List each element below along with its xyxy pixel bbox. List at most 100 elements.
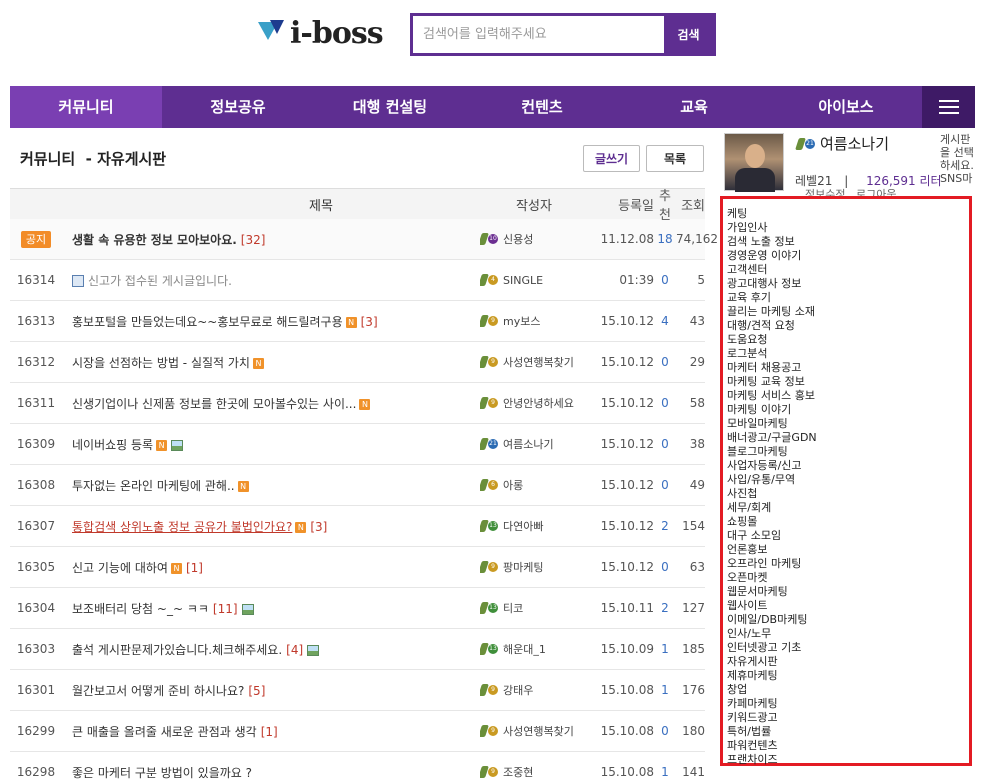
post-author[interactable]: 4 SINGLE: [480, 273, 588, 287]
category-item[interactable]: 마케터 채용공고: [727, 361, 969, 375]
nav-item-agency-consulting[interactable]: 대행 컨설팅: [314, 86, 466, 128]
category-item[interactable]: 창업: [727, 683, 969, 697]
menu-icon[interactable]: [922, 86, 975, 128]
category-item[interactable]: 자유게시판: [727, 655, 969, 669]
category-item[interactable]: 검색 노출 정보: [727, 235, 969, 249]
post-title-link[interactable]: 좋은 마케터 구분 방법이 있을까요 ?: [72, 766, 252, 780]
post-author[interactable]: 13 티코: [480, 600, 588, 616]
table-row[interactable]: 16303 출석 게시판문제가있습니다.체크해주세요. [4] 13 해운대_1 15.1…: [10, 629, 705, 670]
post-author[interactable]: 9 my보스: [480, 313, 588, 329]
category-item[interactable]: 세무/회계: [727, 501, 969, 515]
profile-links[interactable]: 정보수정 로그아웃: [805, 186, 896, 196]
category-item[interactable]: 오프라인 마케팅: [727, 557, 969, 571]
category-item[interactable]: 이메일/DB마케팅: [727, 613, 969, 627]
post-author[interactable]: 10 신용성: [480, 231, 588, 247]
post-title-link[interactable]: 투자없는 온라인 마케팅에 관해..: [72, 479, 235, 493]
post-title-link[interactable]: 신생기업이나 신제품 정보를 한곳에 모아볼수있는 사이...: [72, 397, 356, 411]
category-item[interactable]: 쇼핑몰: [727, 515, 969, 529]
table-row[interactable]: 16307 통합검색 상위노출 정보 공유가 불법인가요? N [3] 13 다연아빠 15…: [10, 506, 705, 547]
post-title-link[interactable]: 홍보포털을 만들었는데요~~홍보무료로 해드릴려구용: [72, 315, 343, 329]
post-title-link[interactable]: 신고가 접수된 게시글입니다.: [88, 274, 232, 288]
post-author[interactable]: 9 안녕안녕하세요: [480, 395, 588, 411]
table-row[interactable]: 16314 신고가 접수된 게시글입니다. 4 SINGLE 01:39 0 5: [10, 260, 705, 301]
table-row[interactable]: 공지 생활 속 유용한 정보 모아보아요. [32] 10 신용성 11.12.08 18 7…: [10, 219, 718, 260]
list-button[interactable]: 목록: [646, 145, 704, 172]
search-button[interactable]: 검색: [664, 16, 713, 53]
nav-item-education[interactable]: 교육: [618, 86, 770, 128]
category-item[interactable]: 끌리는 마케팅 소재: [727, 305, 969, 319]
category-item[interactable]: 웹문서마케팅: [727, 585, 969, 599]
post-title-link[interactable]: 시장을 선점하는 방법 - 실질적 가치: [72, 356, 250, 370]
category-item[interactable]: 오픈마켓: [727, 571, 969, 585]
comment-count[interactable]: [3]: [361, 315, 378, 329]
category-item[interactable]: 키워드광고: [727, 711, 969, 725]
category-item[interactable]: 언론홍보: [727, 543, 969, 557]
post-title-link[interactable]: 신고 기능에 대하여: [72, 561, 168, 575]
post-author[interactable]: 9 강태우: [480, 682, 588, 698]
category-item[interactable]: 제휴마케팅: [727, 669, 969, 683]
post-author[interactable]: 9 조중현: [480, 764, 588, 780]
post-author[interactable]: 6 아롱: [480, 477, 588, 493]
category-item[interactable]: 모바일마케팅: [727, 417, 969, 431]
table-row[interactable]: 16313 홍보포털을 만들었는데요~~홍보무료로 해드릴려구용 N [3] 9 my보스…: [10, 301, 705, 342]
table-row[interactable]: 16308 투자없는 온라인 마케팅에 관해.. N 6 아롱 15.10.12 0 49: [10, 465, 705, 506]
category-item[interactable]: 프랜차이즈: [727, 753, 969, 767]
category-item[interactable]: 인사/노무: [727, 627, 969, 641]
category-item[interactable]: 사업자등록/신고: [727, 459, 969, 473]
category-item[interactable]: 대행/견적 요청: [727, 319, 969, 333]
category-item[interactable]: 카페마케팅: [727, 697, 969, 711]
category-item[interactable]: 마케팅 서비스 홍보: [727, 389, 969, 403]
post-author[interactable]: 21 여름소나기: [480, 436, 588, 452]
post-title-link[interactable]: 보조배터리 당첨 ~_~ ㅋㅋ: [72, 602, 209, 616]
category-item[interactable]: 인터넷광고 기초: [727, 641, 969, 655]
write-button[interactable]: 글쓰기: [583, 145, 640, 172]
table-row[interactable]: 16304 보조배터리 당첨 ~_~ ㅋㅋ [11] 13 티코 15.10.11 2 127: [10, 588, 705, 629]
nav-item-iboss[interactable]: 아이보스: [770, 86, 922, 128]
category-item[interactable]: 마케팅 교육 정보: [727, 375, 969, 389]
table-row[interactable]: 16312 시장을 선점하는 방법 - 실질적 가치 N 9 사성연행복찾기 15.10.…: [10, 342, 705, 383]
post-author[interactable]: 9 사성연행복찾기: [480, 354, 588, 370]
category-item[interactable]: 마케팅 이야기: [727, 403, 969, 417]
search-input[interactable]: [413, 16, 664, 53]
category-item[interactable]: 웹사이트: [727, 599, 969, 613]
category-item[interactable]: 대구 소모임: [727, 529, 969, 543]
post-title-link[interactable]: 네이버쇼핑 등록: [72, 438, 153, 452]
category-item[interactable]: 사입/유통/무역: [727, 473, 969, 487]
category-item[interactable]: 가입인사: [727, 221, 969, 235]
profile-name[interactable]: 21 여름소나기: [795, 133, 889, 154]
comment-count[interactable]: [5]: [248, 684, 265, 698]
post-title-link[interactable]: 월간보고서 어떻게 준비 하시나요?: [72, 684, 244, 698]
table-row[interactable]: 16301 월간보고서 어떻게 준비 하시나요? [5] 9 강태우 15.10.08 1 1…: [10, 670, 705, 711]
table-row[interactable]: 16298 좋은 마케터 구분 방법이 있을까요 ? 9 조중현 15.10.08 1 14…: [10, 752, 705, 782]
comment-count[interactable]: [32]: [241, 233, 266, 247]
category-item[interactable]: 배너광고/구글GDN: [727, 431, 969, 445]
category-item[interactable]: 케팅: [727, 207, 969, 221]
category-item[interactable]: 블로그마케팅: [727, 445, 969, 459]
post-author[interactable]: 13 해운대_1: [480, 641, 588, 657]
post-title-link[interactable]: 통합검색 상위노출 정보 공유가 불법인가요?: [72, 520, 292, 534]
nav-item-info-share[interactable]: 정보공유: [162, 86, 314, 128]
category-item[interactable]: 특허/법률: [727, 725, 969, 739]
avatar[interactable]: [724, 133, 784, 192]
nav-item-community[interactable]: 커뮤니티: [10, 86, 162, 128]
post-title-link[interactable]: 출석 게시판문제가있습니다.체크해주세요.: [72, 643, 282, 657]
site-logo[interactable]: i-boss: [258, 14, 384, 52]
table-row[interactable]: 16299 큰 매출을 올려줄 새로운 관점과 생각 [1] 9 사성연행복찾기 15.1…: [10, 711, 705, 752]
post-author[interactable]: 9 팡마케팅: [480, 559, 588, 575]
table-row[interactable]: 16305 신고 기능에 대하여 N [1] 9 팡마케팅 15.10.12 0 63: [10, 547, 705, 588]
comment-count[interactable]: [1]: [186, 561, 203, 575]
category-item[interactable]: 도움요청: [727, 333, 969, 347]
post-author[interactable]: 9 사성연행복찾기: [480, 723, 588, 739]
category-item[interactable]: 경영운영 이야기: [727, 249, 969, 263]
table-row[interactable]: 16311 신생기업이나 신제품 정보를 한곳에 모아볼수있는 사이... N 9 안녕…: [10, 383, 705, 424]
category-item[interactable]: 고객센터: [727, 263, 969, 277]
post-author[interactable]: 13 다연아빠: [480, 518, 588, 534]
comment-count[interactable]: [1]: [261, 725, 278, 739]
post-title-link[interactable]: 큰 매출을 올려줄 새로운 관점과 생각: [72, 725, 257, 739]
nav-item-contents[interactable]: 컨텐츠: [466, 86, 618, 128]
table-row[interactable]: 16309 네이버쇼핑 등록 N 21 여름소나기 15.10.12 0 38: [10, 424, 705, 465]
category-item[interactable]: 로그분석: [727, 347, 969, 361]
comment-count[interactable]: [4]: [286, 643, 303, 657]
category-item[interactable]: 파워컨텐츠: [727, 739, 969, 753]
comment-count[interactable]: [3]: [310, 520, 327, 534]
